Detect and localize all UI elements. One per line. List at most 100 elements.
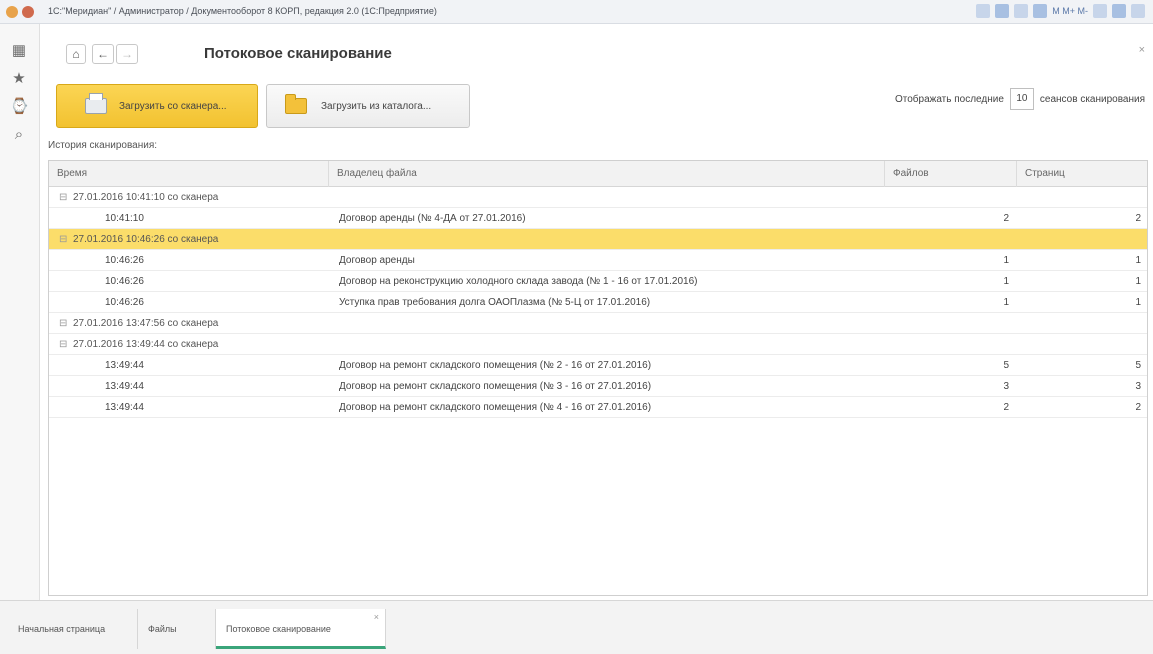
cell-owner: Договор на реконструкцию холодного склад… <box>339 276 698 287</box>
table-row[interactable]: 13:49:44 Договор на ремонт складского пом… <box>49 376 1147 397</box>
history-icon[interactable]: ⌚ <box>10 98 29 116</box>
cell-pages <box>1017 229 1141 250</box>
minimize-icon[interactable] <box>1093 4 1107 18</box>
cell-files: 1 <box>1003 255 1009 266</box>
table-header: Время Владелец файла Файлов Страниц <box>49 161 1147 187</box>
menu-icon[interactable] <box>22 6 34 18</box>
cell-owner: Договор на ремонт складского помещения (… <box>339 360 652 371</box>
toolbar-icon[interactable] <box>1033 4 1048 18</box>
toolbar-icon[interactable] <box>995 4 1010 18</box>
table-row[interactable]: 13:49:44 Договор на ремонт складского пом… <box>49 355 1147 376</box>
cell-pages <box>1017 334 1141 355</box>
cell-pages: 1 <box>1135 297 1141 308</box>
column-time[interactable]: Время <box>49 161 329 187</box>
cell-files: 1 <box>1003 297 1009 308</box>
maximize-icon[interactable] <box>1112 4 1126 18</box>
tab-files[interactable]: Файлы <box>138 609 216 649</box>
cell-time: 10:41:10 <box>105 213 144 224</box>
cell-owner: Договор аренды (№ 4-ДА от 27.01.2016) <box>339 213 526 224</box>
close-window-icon[interactable] <box>1131 4 1145 18</box>
group-row[interactable]: ⊟ 27.01.2016 10:41:10 со сканера <box>49 187 1147 208</box>
scanner-icon <box>85 93 107 114</box>
cell-pages: 3 <box>1135 381 1141 392</box>
cell-pages <box>1017 313 1141 334</box>
cell-pages <box>1017 187 1141 208</box>
cell-owner: Договор аренды <box>339 255 415 266</box>
cell-pages: 1 <box>1135 255 1141 266</box>
cell-files <box>885 187 1009 208</box>
window-controls-left <box>6 6 34 18</box>
close-tab-icon[interactable]: × <box>374 597 379 637</box>
cell-time: 27.01.2016 10:41:10 со сканера <box>73 192 219 203</box>
left-sidebar: ▦ ★ ⌚ ⌕ <box>0 24 40 600</box>
cell-owner: Договор на ремонт складского помещения (… <box>339 381 652 392</box>
group-row[interactable]: ⊟ 27.01.2016 10:46:26 со сканера <box>49 229 1147 250</box>
cell-pages: 2 <box>1135 402 1141 413</box>
star-icon[interactable]: ★ <box>10 70 28 88</box>
cell-files <box>885 313 1009 334</box>
collapse-icon[interactable]: ⊟ <box>59 313 67 334</box>
close-form-icon[interactable]: × <box>1139 44 1145 56</box>
load-from-catalog-label: Загрузить из каталога... <box>321 100 432 112</box>
collapse-icon[interactable]: ⊟ <box>59 334 67 355</box>
cell-pages: 1 <box>1135 276 1141 287</box>
table-row[interactable]: 10:46:26 Договор на реконструкцию холодно… <box>49 271 1147 292</box>
window-title: 1С:"Меридиан" / Администратор / Документ… <box>48 6 437 16</box>
app-icon[interactable] <box>6 6 18 18</box>
toolbar-icon[interactable] <box>1014 4 1029 18</box>
cell-files: 1 <box>1003 276 1009 287</box>
memory-buttons[interactable]: M M+ M- <box>1052 6 1088 16</box>
collapse-icon[interactable]: ⊟ <box>59 187 67 208</box>
folder-icon <box>285 94 307 114</box>
page-title: Потоковое сканирование <box>204 45 392 62</box>
group-row[interactable]: ⊟ 27.01.2016 13:47:56 со сканера <box>49 313 1147 334</box>
tab-home-page[interactable]: Начальная страница <box>8 609 138 649</box>
load-from-catalog-button[interactable]: Загрузить из каталога... <box>266 84 470 128</box>
collapse-icon[interactable]: ⊟ <box>59 229 67 250</box>
table-row[interactable]: 13:49:44 Договор на ремонт складского пом… <box>49 397 1147 418</box>
cell-time: 13:49:44 <box>105 402 144 413</box>
table-row[interactable]: 10:46:26 Уступка прав требования долга ОА… <box>49 292 1147 313</box>
cell-files: 3 <box>1003 381 1009 392</box>
toolbar-icon[interactable] <box>976 4 991 18</box>
title-bar: 1С:"Меридиан" / Администратор / Документ… <box>0 0 1153 24</box>
table-body: ⊟ 27.01.2016 10:41:10 со сканера 10:41:10 Д… <box>49 187 1147 418</box>
cell-time: 27.01.2016 10:46:26 со сканера <box>73 234 219 245</box>
back-button[interactable]: ← <box>92 44 114 64</box>
history-label: История сканирования: <box>48 140 158 151</box>
menu-grid-icon[interactable]: ▦ <box>10 42 28 60</box>
cell-time: 27.01.2016 13:47:56 со сканера <box>73 318 219 329</box>
cell-pages: 5 <box>1135 360 1141 371</box>
show-last-suffix: сеансов сканирования <box>1039 93 1145 105</box>
cell-pages: 2 <box>1135 213 1141 224</box>
column-pages[interactable]: Страниц <box>1017 161 1147 187</box>
cell-files: 2 <box>1003 213 1009 224</box>
show-last-sessions: Отображать последние 10 сеансов сканиров… <box>895 88 1145 110</box>
forward-button[interactable]: → <box>116 44 138 64</box>
table-row[interactable]: 10:41:10 Договор аренды (№ 4-ДА от 27.01.… <box>49 208 1147 229</box>
cell-time: 27.01.2016 13:49:44 со сканера <box>73 339 219 350</box>
column-files[interactable]: Файлов <box>885 161 1017 187</box>
cell-files <box>885 334 1009 355</box>
cell-owner: Договор на ремонт складского помещения (… <box>339 402 652 413</box>
cell-files <box>885 229 1009 250</box>
cell-time: 10:46:26 <box>105 276 144 287</box>
load-from-scanner-button[interactable]: Загрузить со сканера... <box>56 84 258 128</box>
cell-time: 13:49:44 <box>105 360 144 371</box>
cell-files: 2 <box>1003 402 1009 413</box>
tab-label: Потоковое сканирование <box>226 624 331 634</box>
column-owner[interactable]: Владелец файла <box>329 161 885 187</box>
tab-stream-scanning[interactable]: Потоковое сканирование × <box>216 609 386 649</box>
cell-time: 10:46:26 <box>105 255 144 266</box>
cell-time: 10:46:26 <box>105 297 144 308</box>
sessions-count-field[interactable]: 10 <box>1009 88 1034 110</box>
table-row[interactable]: 10:46:26 Договор аренды 1 1 <box>49 250 1147 271</box>
home-button[interactable]: ⌂ <box>66 44 86 64</box>
tab-label: Файлы <box>148 624 177 634</box>
search-icon[interactable]: ⌕ <box>10 126 28 144</box>
scan-history-table[interactable]: Время Владелец файла Файлов Страниц ⊟ 27.… <box>48 160 1148 596</box>
bottom-tab-bar: Начальная страница Файлы Потоковое скани… <box>0 600 1153 654</box>
title-toolbar: M M+ M- <box>976 4 1145 18</box>
group-row[interactable]: ⊟ 27.01.2016 13:49:44 со сканера <box>49 334 1147 355</box>
load-from-scanner-label: Загрузить со сканера... <box>119 100 227 112</box>
